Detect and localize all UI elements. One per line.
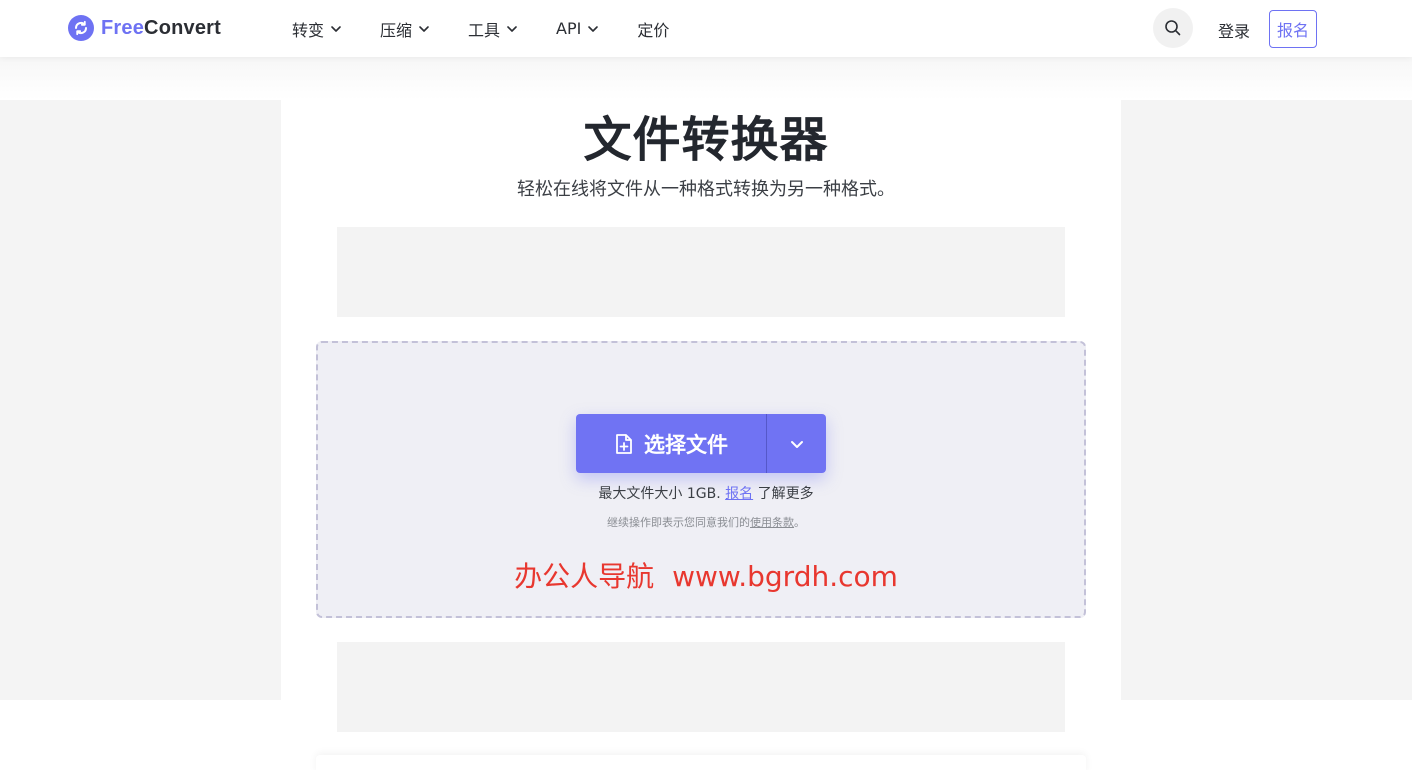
search-icon [1165, 20, 1181, 36]
refresh-logo-icon [68, 15, 94, 41]
max-size-text: 最大文件大小 1GB. [598, 486, 721, 502]
nav-item-convert[interactable]: 转变 [292, 17, 342, 41]
chevron-down-icon [331, 25, 341, 32]
choose-file-group: 选择文件 [576, 414, 826, 473]
max-size-info: 最大文件大小 1GB. 报名 了解更多 [0, 483, 1412, 503]
search-button[interactable] [1153, 8, 1193, 48]
nav-item-pricing[interactable]: 定价 [637, 17, 669, 41]
brand-name-free: Free [101, 16, 145, 39]
brand-name-convert: Convert [144, 16, 222, 39]
bottom-ad-slot [337, 642, 1065, 732]
terms-of-use-link[interactable]: 使用条款 [750, 516, 794, 529]
nav-item-label: API [556, 19, 582, 38]
brand-logo[interactable]: FreeConvert [68, 15, 221, 41]
nav-item-label: 转变 [292, 20, 325, 40]
watermark-text: 办公人导航 www.bgrdh.com [0, 555, 1412, 595]
nav-item-compress[interactable]: 压缩 [380, 17, 430, 41]
top-ad-slot [337, 227, 1065, 317]
upload-source-dropdown[interactable] [767, 414, 826, 473]
chevron-down-icon [790, 440, 803, 448]
watermark-name: 办公人导航 [514, 560, 655, 593]
chevron-down-icon [507, 25, 517, 32]
main-nav: 转变 压缩 工具 API 定价 [292, 0, 707, 57]
nav-item-label: 定价 [637, 20, 670, 40]
nav-item-label: 压缩 [380, 20, 413, 40]
page-title: 文件转换器 [583, 112, 829, 168]
terms-suffix: 。 [794, 516, 805, 529]
chevron-down-icon [588, 25, 599, 32]
nav-item-label: 工具 [468, 20, 501, 40]
terms-prefix: 继续操作即表示您同意我们的 [607, 516, 750, 529]
file-plus-icon [616, 433, 632, 454]
header-shadow-band [0, 57, 1412, 100]
chevron-down-icon [419, 25, 429, 32]
login-link[interactable]: 登录 [1218, 18, 1250, 42]
watermark-url: www.bgrdh.com [672, 560, 898, 593]
signup-link[interactable]: 报名 [725, 486, 753, 502]
choose-file-label: 选择文件 [644, 432, 728, 457]
page-subtitle: 轻松在线将文件从一种格式转换为另一种格式。 [517, 179, 895, 200]
nav-item-tools[interactable]: 工具 [468, 17, 518, 41]
nav-item-api[interactable]: API [556, 19, 599, 38]
top-header: FreeConvert 转变 压缩 工具 API 定价 登录 报名 [0, 0, 1412, 57]
bottom-content-card [316, 755, 1086, 770]
choose-file-button[interactable]: 选择文件 [576, 414, 766, 473]
learn-more-text: 了解更多 [757, 486, 814, 502]
signup-button[interactable]: 报名 [1269, 10, 1317, 48]
brand-name: FreeConvert [101, 17, 221, 40]
terms-notice: 继续操作即表示您同意我们的使用条款。 [0, 514, 1412, 530]
